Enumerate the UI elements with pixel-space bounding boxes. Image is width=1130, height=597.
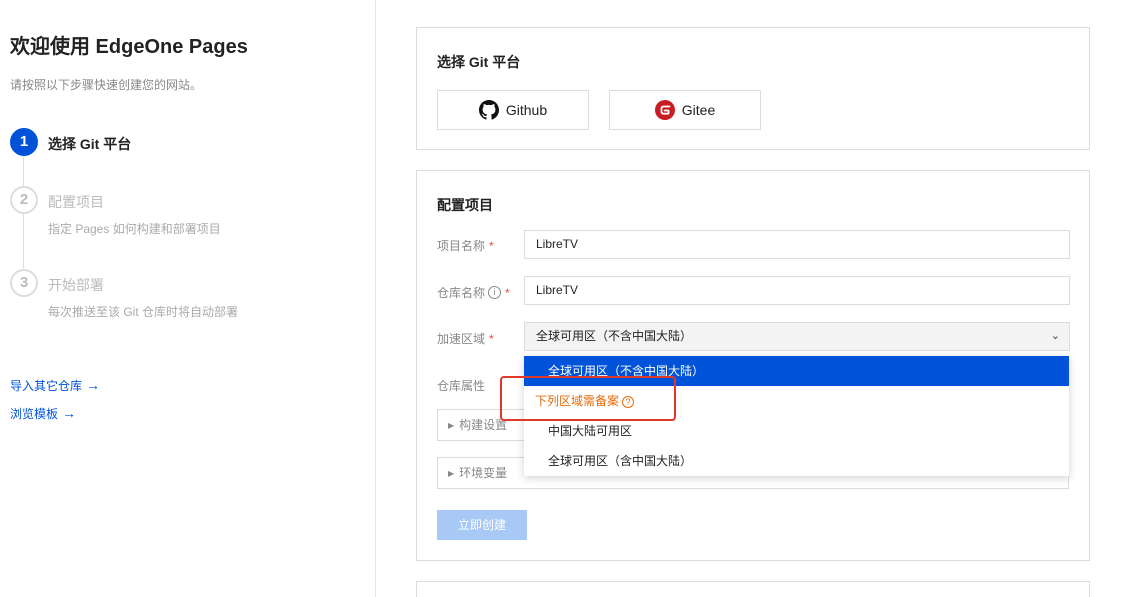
caret-right-icon: ▶ (448, 469, 455, 478)
repo-attr-label: 仓库属性 (437, 379, 486, 393)
next-card (416, 581, 1090, 597)
repo-name-input[interactable]: LibreTV (524, 276, 1070, 305)
gitee-label: Gitee (681, 102, 716, 118)
step-connector (23, 156, 24, 187)
git-platform-card: 选择 Git 平台 Github Gitee (416, 27, 1090, 150)
page-title: 欢迎使用 EdgeOne Pages (10, 36, 248, 58)
label-text: 项目名称 (437, 239, 486, 253)
link-label: 导入其它仓库 (10, 379, 83, 393)
panel-label: 环境变量 (459, 466, 508, 480)
github-icon (478, 100, 499, 120)
panel-label: 构建设置 (459, 418, 508, 432)
step-description: 指定 Pages 如何构建和部署项目 (48, 222, 221, 236)
step-description: 每次推送至该 Git 仓库时将自动部署 (48, 305, 239, 319)
project-name-input[interactable]: LibreTV (524, 230, 1070, 259)
step-title: 开始部署 (48, 277, 104, 293)
browse-templates-link[interactable]: 浏览模板 → (10, 405, 76, 422)
github-label: Github (505, 102, 548, 118)
required-mark: * (489, 238, 494, 253)
repo-name-label: 仓库名称 i * (437, 284, 510, 301)
region-select[interactable]: 全球可用区（不含中国大陆） ⌄ (524, 322, 1070, 351)
step-number: 3 (10, 269, 38, 297)
link-label: 浏览模板 (10, 407, 59, 421)
highlight-annotation (500, 376, 676, 421)
required-mark: * (505, 285, 510, 300)
step-title: 配置项目 (48, 194, 104, 210)
step-connector (23, 213, 24, 268)
region-option[interactable]: 全球可用区（含中国大陆） (524, 446, 1069, 476)
project-name-label: 项目名称 * (437, 237, 494, 254)
required-mark: * (489, 331, 494, 346)
region-label: 加速区域 * (437, 330, 494, 347)
caret-right-icon: ▶ (448, 421, 455, 430)
gitee-icon (654, 100, 675, 120)
step-title: 选择 Git 平台 (48, 136, 132, 152)
create-button[interactable]: 立即创建 (437, 510, 527, 540)
step-number: 2 (10, 186, 38, 214)
step-number: 1 (10, 128, 38, 156)
chevron-down-icon: ⌄ (1050, 330, 1060, 342)
label-text: 仓库名称 (437, 286, 486, 300)
section-title: 选择 Git 平台 (437, 54, 521, 70)
label-text: 加速区域 (437, 332, 486, 346)
arrow-right-icon: → (62, 405, 77, 421)
gitee-button[interactable]: Gitee (609, 90, 761, 130)
section-title: 配置项目 (437, 197, 493, 213)
import-other-repo-link[interactable]: 导入其它仓库 → (10, 377, 100, 394)
sidebar: 欢迎使用 EdgeOne Pages 请按照以下步骤快速创建您的网站。 1 选择… (0, 0, 376, 597)
info-icon[interactable]: i (488, 286, 502, 299)
region-select-value: 全球可用区（不含中国大陆） (536, 329, 693, 343)
page-subtitle: 请按照以下步骤快速创建您的网站。 (10, 78, 203, 92)
arrow-right-icon: → (86, 377, 101, 393)
github-button[interactable]: Github (437, 90, 589, 130)
